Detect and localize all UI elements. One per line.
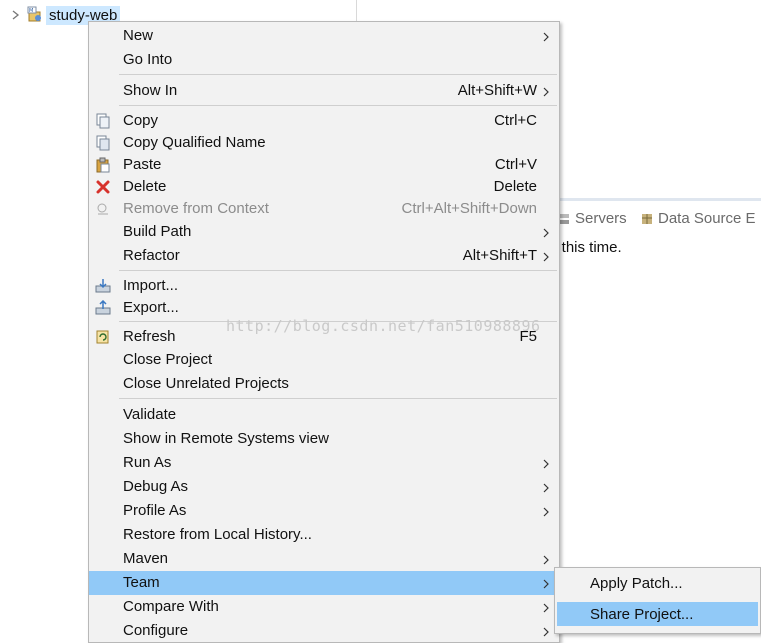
menu-item-close-project[interactable]: Close Project — [89, 348, 559, 372]
submenu-item-share-project[interactable]: Share Project... — [557, 602, 758, 626]
menu-item-profile-as[interactable]: Profile As — [89, 499, 559, 523]
menu-separator — [119, 398, 557, 399]
export-icon — [95, 299, 111, 316]
menu-item-compare-with[interactable]: Compare With — [89, 595, 559, 619]
menu-item-close-unrelated-projects[interactable]: Close Unrelated Projects — [89, 372, 559, 396]
chevron-right-icon — [542, 250, 550, 262]
chevron-right-icon — [542, 226, 550, 238]
tab-data-source[interactable]: Data Source E — [640, 210, 756, 227]
chevron-right-icon — [542, 553, 550, 565]
chevron-right-icon — [542, 481, 550, 493]
menu-item-remove-from-context: Remove from Context Ctrl+Alt+Shift+Down — [89, 197, 559, 221]
chevron-right-icon — [542, 625, 550, 637]
team-submenu: Apply Patch... Share Project... — [554, 567, 761, 634]
chevron-right-icon — [542, 577, 550, 589]
menu-item-run-as[interactable]: Run As — [89, 451, 559, 475]
web-project-icon: M — [26, 6, 44, 24]
menu-item-new[interactable]: New — [89, 24, 559, 48]
menu-item-paste[interactable]: Paste Ctrl+V — [89, 153, 559, 177]
menu-item-debug-as[interactable]: Debug As — [89, 475, 559, 499]
svg-text:M: M — [29, 8, 33, 14]
context-menu: New Go Into Show In Alt+Shift+W Copy Ctr… — [88, 21, 560, 643]
menu-item-restore-local-history[interactable]: Restore from Local History... — [89, 523, 559, 547]
delete-icon — [95, 179, 111, 195]
menu-separator — [119, 105, 557, 106]
menu-item-validate[interactable]: Validate — [89, 403, 559, 427]
menu-item-import[interactable]: Import... — [89, 274, 559, 298]
tab-data-source-label: Data Source E — [658, 210, 756, 227]
menu-item-delete[interactable]: Delete Delete — [89, 175, 559, 199]
menu-separator — [119, 321, 557, 322]
import-icon — [95, 278, 111, 294]
refresh-icon — [95, 329, 111, 345]
menu-item-copy-qualified-name[interactable]: Copy Qualified Name — [89, 131, 559, 155]
tab-servers-label: Servers — [575, 210, 627, 227]
chevron-right-icon — [542, 601, 550, 613]
menu-item-refresh[interactable]: Refresh F5 — [89, 325, 559, 349]
submenu-item-apply-patch[interactable]: Apply Patch... — [555, 571, 760, 595]
copy-qualified-icon — [95, 135, 111, 151]
menu-item-show-in[interactable]: Show In Alt+Shift+W — [89, 79, 559, 103]
menu-item-configure[interactable]: Configure — [89, 619, 559, 643]
remove-context-icon — [95, 201, 111, 217]
chevron-right-icon — [542, 30, 550, 42]
copy-icon — [95, 113, 111, 129]
chevron-right-icon — [542, 85, 550, 97]
menu-item-build-path[interactable]: Build Path — [89, 220, 559, 244]
tab-servers[interactable]: Servers — [557, 210, 627, 227]
chevron-right-icon — [542, 457, 550, 469]
chevron-right-icon — [542, 505, 550, 517]
menu-item-maven[interactable]: Maven — [89, 547, 559, 571]
menu-separator — [119, 270, 557, 271]
menu-item-go-into[interactable]: Go Into — [89, 48, 559, 72]
menu-item-show-in-remote-systems[interactable]: Show in Remote Systems view — [89, 427, 559, 451]
paste-icon — [95, 157, 111, 173]
menu-separator — [119, 74, 557, 75]
menu-item-team[interactable]: Team — [89, 571, 559, 595]
chevron-right-icon[interactable] — [10, 9, 22, 21]
menu-item-refactor[interactable]: Refactor Alt+Shift+T — [89, 244, 559, 268]
menu-item-copy[interactable]: Copy Ctrl+C — [89, 109, 559, 133]
data-source-icon — [640, 212, 654, 226]
menu-item-export[interactable]: Export... — [89, 296, 559, 320]
